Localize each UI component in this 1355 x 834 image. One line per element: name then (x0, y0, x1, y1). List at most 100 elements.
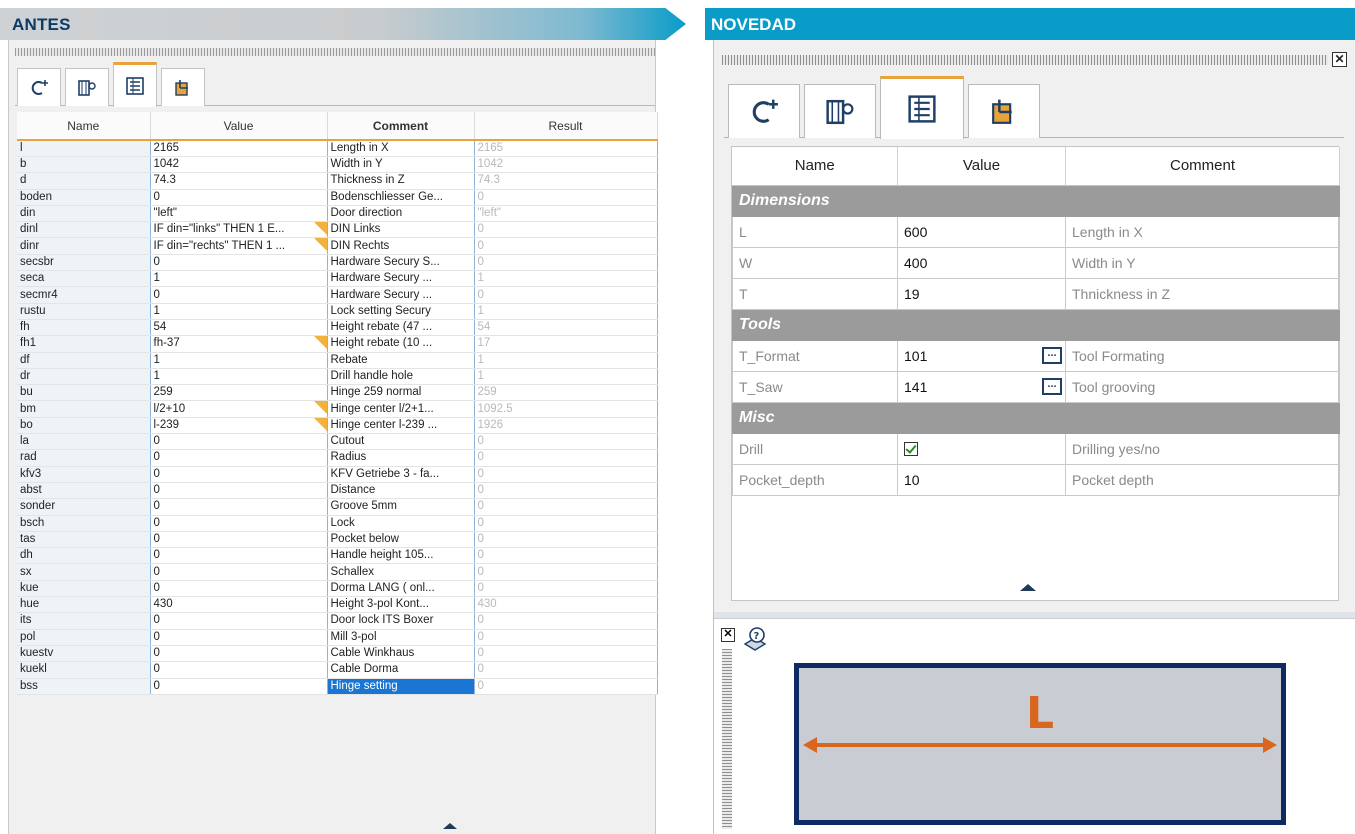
table-row[interactable]: tas 0 Pocket below 0 (17, 531, 658, 549)
table-row[interactable]: d 74.3 Thickness in Z 74.3 (17, 172, 658, 190)
param-comment[interactable]: DIN Rechts (327, 237, 475, 255)
col-header-comment[interactable]: Comment (327, 112, 475, 141)
param-comment[interactable]: Cable Dorma (327, 661, 475, 679)
param-value[interactable]: 2165 (150, 140, 328, 157)
param-comment[interactable]: Lock (327, 515, 475, 532)
param-value[interactable]: 400 (897, 246, 1066, 279)
tab-export[interactable] (161, 68, 205, 106)
col-header-result[interactable]: Result (474, 112, 658, 141)
param-value[interactable]: 0 (150, 433, 328, 451)
panel-drag-handle[interactable] (15, 48, 655, 56)
param-comment[interactable]: Schallex (327, 563, 475, 581)
param-value[interactable]: 0 (150, 466, 328, 483)
param-comment[interactable]: Length in X (1065, 215, 1340, 248)
table-row[interactable]: df 1 Rebate 1 (17, 352, 658, 369)
table-row[interactable]: kfv3 0 KFV Getriebe 3 - fa... 0 (17, 466, 658, 483)
help-icon[interactable]: ? (742, 626, 770, 657)
param-value[interactable]: 0 (150, 498, 328, 516)
param-value[interactable]: 141... (897, 370, 1066, 403)
param-comment[interactable]: Length in X (327, 140, 475, 157)
param-comment[interactable]: Width in Y (327, 156, 475, 174)
col-header-name[interactable]: Name (17, 112, 151, 141)
pane-drag-handle[interactable] (722, 649, 732, 829)
param-value[interactable]: 1042 (150, 156, 328, 174)
param-comment[interactable]: Bodenschliesser Ge... (327, 189, 475, 206)
param-value[interactable]: 1 (150, 303, 328, 320)
table-row[interactable]: L 600 Length in X (732, 215, 1340, 248)
param-value[interactable]: 0 (150, 678, 328, 695)
tab-macro[interactable] (728, 84, 800, 138)
param-value[interactable]: 0 (150, 580, 328, 598)
param-value[interactable]: 0 (150, 612, 328, 630)
param-value[interactable]: 259 (150, 384, 328, 402)
table-row[interactable]: sonder 0 Groove 5mm 0 (17, 498, 658, 516)
table-row[interactable]: bo l-239 Hinge center l-239 ... 1926 (17, 417, 658, 435)
param-value[interactable]: 0 (150, 482, 328, 500)
param-value[interactable]: 0 (150, 661, 328, 679)
table-row[interactable]: kuekl 0 Cable Dorma 0 (17, 661, 658, 679)
param-value[interactable]: 0 (150, 515, 328, 532)
table-row[interactable]: bu 259 Hinge 259 normal 259 (17, 384, 658, 402)
close-icon[interactable]: ✕ (721, 628, 735, 642)
section-row[interactable]: Misc (732, 401, 1340, 434)
param-comment[interactable]: Pocket depth (1065, 463, 1340, 496)
param-comment[interactable]: Hinge setting (327, 678, 475, 695)
param-value[interactable]: 0 (150, 254, 328, 272)
param-value[interactable]: 0 (150, 563, 328, 581)
table-row[interactable]: dinl IF din="links" THEN 1 E... DIN Links 0 (17, 221, 658, 239)
table-row[interactable]: bsch 0 Lock 0 (17, 515, 658, 532)
param-value[interactable]: 0 (150, 286, 328, 304)
section-header[interactable]: Tools (732, 308, 1340, 341)
table-row[interactable]: Pocket_depth 10 Pocket depth (732, 463, 1340, 496)
table-row[interactable]: kuestv 0 Cable Winkhaus 0 (17, 645, 658, 663)
table-row[interactable]: T 19 Thnickness in Z (732, 277, 1340, 310)
col-header-comment[interactable]: Comment (1065, 147, 1340, 186)
table-row[interactable]: its 0 Door lock ITS Boxer 0 (17, 612, 658, 630)
param-comment[interactable]: Hardware Secury ... (327, 270, 475, 288)
table-row[interactable]: boden 0 Bodenschliesser Ge... 0 (17, 189, 658, 206)
table-row[interactable]: rustu 1 Lock setting Secury 1 (17, 303, 658, 320)
param-comment[interactable]: Thickness in Z (327, 172, 475, 190)
tab-settings[interactable] (65, 68, 109, 106)
param-value[interactable]: 600 (897, 215, 1066, 248)
param-comment[interactable]: Hinge center l-239 ... (327, 417, 475, 435)
table-row[interactable]: rad 0 Radius 0 (17, 449, 658, 467)
param-comment[interactable]: Mill 3-pol (327, 629, 475, 646)
param-value[interactable]: 1 (150, 352, 328, 369)
param-value[interactable]: 0 (150, 189, 328, 206)
param-comment[interactable]: Handle height 105... (327, 547, 475, 565)
table-row[interactable]: abst 0 Distance 0 (17, 482, 658, 500)
section-header[interactable]: Misc (732, 401, 1340, 434)
param-comment[interactable]: Door direction (327, 205, 475, 223)
param-value[interactable]: 74.3 (150, 172, 328, 190)
param-value[interactable]: 54 (150, 319, 328, 337)
param-value[interactable]: 1 (150, 368, 328, 386)
param-value[interactable]: 19 (897, 277, 1066, 310)
table-row[interactable]: fh 54 Height rebate (47 ... 54 (17, 319, 658, 337)
param-comment[interactable]: Hardware Secury S... (327, 254, 475, 272)
close-icon[interactable]: ✕ (1332, 52, 1347, 67)
drill-checkbox[interactable] (904, 442, 918, 456)
param-value[interactable]: "left" (150, 205, 328, 223)
table-row[interactable]: din "left" Door direction "left" (17, 205, 658, 223)
param-value[interactable]: 0 (150, 531, 328, 549)
table-row[interactable]: T_Format 101... Tool Formating (732, 339, 1340, 372)
param-value[interactable]: 10 (897, 463, 1066, 496)
param-value[interactable]: l-239 (150, 417, 328, 435)
param-value[interactable]: fh-37 (150, 335, 328, 353)
tab-export[interactable] (968, 84, 1040, 138)
param-comment[interactable]: Radius (327, 449, 475, 467)
table-row[interactable]: sx 0 Schallex 0 (17, 563, 658, 581)
table-row[interactable]: dinr IF din="rechts" THEN 1 ... DIN Rechts… (17, 237, 658, 255)
param-comment[interactable]: Cutout (327, 433, 475, 451)
param-value[interactable]: l/2+10 (150, 400, 328, 418)
param-value[interactable]: 0 (150, 547, 328, 565)
param-comment[interactable]: Hardware Secury ... (327, 286, 475, 304)
table-row[interactable]: secmr4 0 Hardware Secury ... 0 (17, 286, 658, 304)
section-row[interactable]: Dimensions (732, 184, 1340, 217)
param-comment[interactable]: Door lock ITS Boxer (327, 612, 475, 630)
param-comment[interactable]: Rebate (327, 352, 475, 369)
param-comment[interactable]: Hinge 259 normal (327, 384, 475, 402)
table-row[interactable]: b 1042 Width in Y 1042 (17, 156, 658, 174)
param-comment[interactable]: Height rebate (10 ... (327, 335, 475, 353)
